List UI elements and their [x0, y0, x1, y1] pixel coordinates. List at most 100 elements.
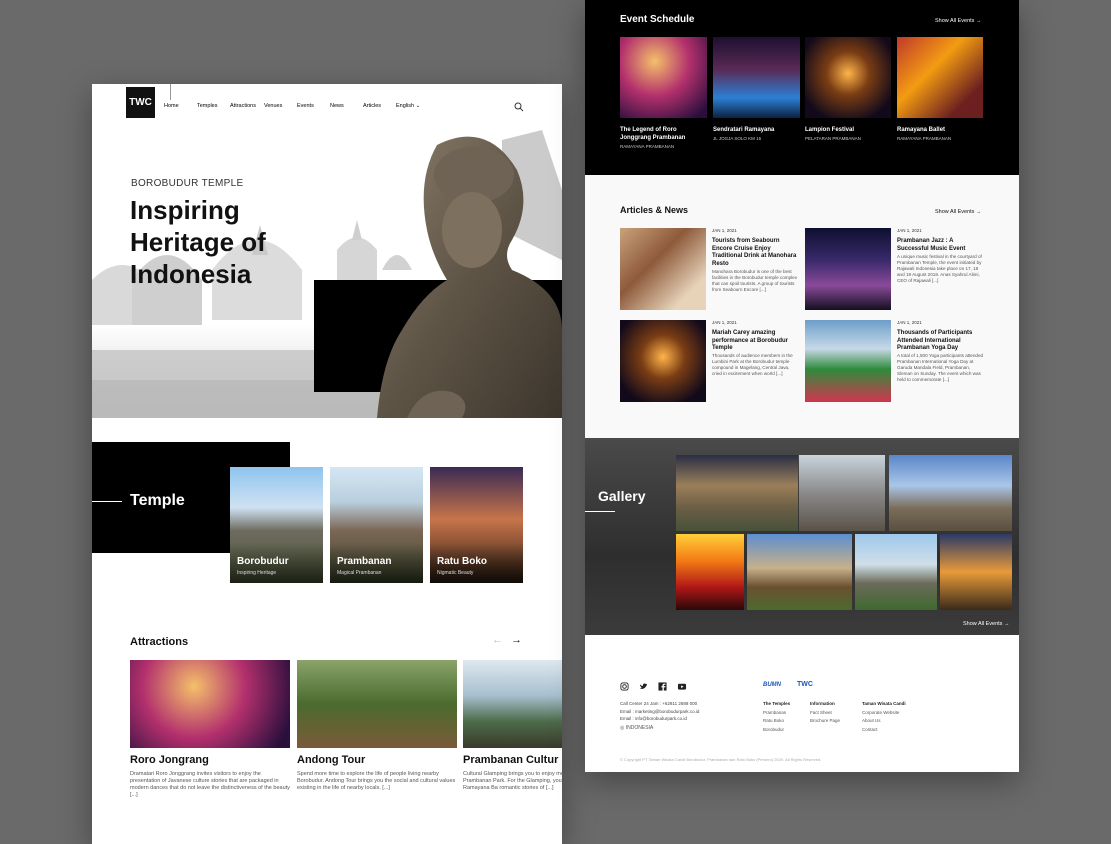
attraction-image: [297, 660, 457, 748]
event-image: [620, 37, 707, 118]
event-title: Sendratari Ramayana: [713, 127, 775, 133]
attraction-card[interactable]: Andong Tour Spend more time to explore t…: [297, 660, 457, 810]
arrow-right-icon: →: [975, 209, 982, 215]
language-select[interactable]: English ⌄: [396, 103, 420, 109]
footer-link[interactable]: Borobudur: [763, 726, 790, 735]
footer-link[interactable]: Brochure Page: [810, 717, 840, 726]
article-card[interactable]: JAN 1, 2021 Thousands of Participants At…: [805, 320, 985, 402]
facebook-icon[interactable]: [658, 682, 667, 691]
twc-footer-logo-text: TWC: [797, 681, 813, 688]
article-date: JAN 1, 2021: [712, 228, 737, 233]
event-card[interactable]: Sendratari Ramayana JL JOGJA SOLO KM 16: [713, 37, 800, 157]
arrow-left-icon[interactable]: ←: [492, 634, 503, 646]
chevron-down-icon: ⌄: [415, 103, 421, 109]
show-all-articles-link[interactable]: Show All Events →: [935, 209, 981, 215]
logo[interactable]: TWC: [126, 87, 155, 118]
event-place: JL JOGJA SOLO KM 16: [713, 136, 762, 141]
temple-card-tagline: Inspiring Heritage: [237, 570, 277, 576]
gallery-image[interactable]: [676, 534, 744, 610]
temple-card[interactable]: Prambanan Magical Prambanan: [330, 467, 423, 583]
temple-card[interactable]: Borobudur Inspiring Heritage: [230, 467, 323, 583]
gallery-section: Gallery Show All Events →: [585, 438, 1019, 635]
event-title: The Legend of Roro Jonggrang Prambanan: [620, 127, 686, 141]
articles-section: Articles & News Show All Events → JAN 1,…: [585, 175, 1019, 438]
footer-link[interactable]: Fact Sheet: [810, 709, 840, 718]
event-place: RAMAYANA PRAMBANAN: [620, 144, 675, 149]
event-card[interactable]: Ramayana Ballet RAMAYANA PRAMBANAN: [897, 37, 983, 157]
article-date: JAN 1, 2021: [897, 320, 922, 325]
nav-attractions[interactable]: Attractions: [230, 103, 256, 109]
temple-card[interactable]: Ratu Boko Nigmatic Beauty: [430, 467, 523, 583]
arrow-right-icon: →: [1003, 621, 1010, 627]
temple-card-tagline: Nigmatic Beauty: [437, 570, 474, 576]
attraction-card[interactable]: Roro Jongrang Dramatari Roro Jonggrang i…: [130, 660, 290, 810]
temple-heading-line: [92, 501, 122, 502]
attraction-desc: Spend more time to explore the life of p…: [297, 771, 456, 791]
gallery-image[interactable]: [855, 534, 937, 610]
article-card[interactable]: JAN 1, 2021 Tourists from Seabourn Encor…: [620, 228, 800, 310]
article-card[interactable]: JAN 1, 2021 Prambanan Jazz : A Successfu…: [805, 228, 985, 310]
gallery-image[interactable]: [940, 534, 1012, 610]
article-image: [805, 228, 891, 310]
bumn-logo: BUMN: [763, 682, 781, 688]
show-all-events-link[interactable]: Show All Events →: [935, 18, 981, 24]
nav-venues[interactable]: Venues: [264, 103, 282, 109]
arrow-right-icon: →: [975, 18, 982, 24]
twc-footer-logo: TWC: [797, 681, 813, 688]
event-place: PELATARAN PRAMBANAN: [805, 136, 861, 141]
search-icon[interactable]: [514, 102, 524, 112]
footer-link[interactable]: Contact: [862, 726, 906, 735]
logo-divider: [170, 84, 171, 100]
article-title: Tourists from Seabourn Encore Cruise Enj…: [712, 238, 797, 267]
event-heading: Event Schedule: [620, 14, 695, 25]
attraction-card[interactable]: Prambanan Cultur Cultural Glamping bring…: [463, 660, 562, 810]
copyright: © Copyright PT Taman Wisata Candi Borobu…: [620, 757, 822, 762]
gallery-image[interactable]: [747, 534, 852, 610]
gallery-image[interactable]: [676, 455, 798, 531]
attraction-image: [463, 660, 562, 748]
twitter-icon[interactable]: [639, 682, 648, 691]
hero-title-line-3: Indonesia: [130, 259, 252, 289]
footer-link[interactable]: About Us: [862, 717, 906, 726]
show-all-gallery-link[interactable]: Show All Events →: [963, 621, 1009, 627]
nav-events[interactable]: Events: [297, 103, 314, 109]
article-title: Prambanan Jazz : A Successful Music Even…: [897, 238, 966, 252]
article-image: [805, 320, 891, 402]
attraction-desc: Cultural Glamping brings you to enjoy mo…: [463, 771, 562, 791]
event-card[interactable]: Lampion Festival PELATARAN PRAMBANAN: [805, 37, 891, 157]
arrow-right-icon[interactable]: →: [511, 634, 522, 646]
nav-articles[interactable]: Articles: [363, 103, 381, 109]
hero-title-line-2: Heritage of: [130, 227, 266, 257]
instagram-icon[interactable]: [620, 682, 629, 691]
article-desc: A total of 1,500 Yoga participants atten…: [897, 353, 984, 382]
attraction-image: [130, 660, 290, 748]
gallery-image[interactable]: [889, 455, 1012, 531]
hero: BOROBUDUR TEMPLE Inspiring Heritage of I…: [92, 130, 562, 418]
article-desc: Thousands of audience members in the Lum…: [712, 353, 793, 376]
youtube-icon[interactable]: [677, 682, 687, 691]
attraction-desc: Dramatari Roro Jonggrang invites visitor…: [130, 771, 290, 798]
footer-link[interactable]: Ratu Boko: [763, 717, 790, 726]
footer-link[interactable]: Prambanan: [763, 709, 790, 718]
nav-home[interactable]: Home: [164, 103, 179, 109]
nav-temples[interactable]: Temples: [197, 103, 217, 109]
event-card[interactable]: The Legend of Roro Jonggrang Prambanan R…: [620, 37, 707, 157]
gallery-heading-line: [585, 511, 615, 512]
attractions-heading: Attractions: [130, 636, 189, 648]
language-label: English: [396, 103, 415, 109]
event-place: RAMAYANA PRAMBANAN: [897, 136, 952, 141]
article-image: [620, 320, 706, 402]
country-selector[interactable]: ◎ INDONESIA: [620, 725, 653, 731]
gallery-image[interactable]: [799, 455, 885, 531]
show-all-label: Show All Events: [935, 18, 975, 24]
gallery-heading: Gallery: [598, 488, 646, 504]
article-card[interactable]: JAN 1, 2021 Mariah Carey amazing perform…: [620, 320, 800, 402]
contact-line: Call Center 24 Jam : +62811 2688 000: [620, 701, 698, 706]
article-date: JAN 1, 2021: [897, 228, 922, 233]
footer-link[interactable]: Corporate Website: [862, 709, 906, 718]
articles-heading: Articles & News: [620, 205, 689, 215]
nav-news[interactable]: News: [330, 103, 344, 109]
show-all-label: Show All Events: [963, 621, 1003, 627]
article-title: Mariah Carey amazing performance at Boro…: [712, 330, 789, 351]
footer: Call Center 24 Jam : +62811 2688 000 Ema…: [585, 635, 1019, 772]
